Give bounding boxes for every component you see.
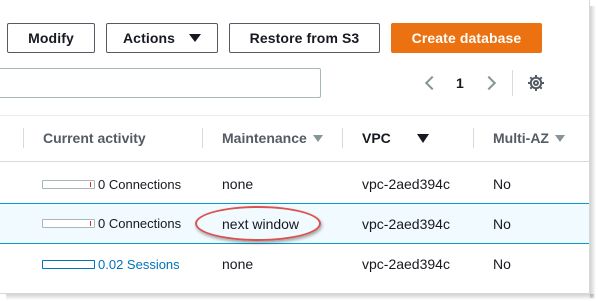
activity-bar — [42, 259, 95, 269]
activity-value: 0 Connections — [98, 216, 182, 231]
maintenance-cell: none — [222, 176, 254, 192]
sort-caret-icon — [554, 134, 565, 142]
column-header-label: Maintenance — [222, 130, 307, 146]
modify-button-label: Modify — [28, 30, 74, 46]
filter-databases-input[interactable] — [0, 68, 321, 98]
column-header-multi-az[interactable]: Multi-AZ — [493, 128, 565, 148]
multi-az-cell: No — [493, 215, 511, 232]
current-activity-cell: 0 Connections — [42, 204, 181, 243]
multi-az-cell: No — [493, 176, 511, 192]
next-page-button[interactable] — [481, 70, 497, 96]
frame-shadow-bottom — [6, 294, 594, 300]
column-divider — [23, 128, 24, 148]
column-divider — [473, 128, 474, 148]
table-row[interactable]: 0.02 Sessions none vpc-2aed394c No — [0, 244, 589, 284]
page-number-1[interactable]: 1 — [456, 70, 464, 96]
column-header-maintenance[interactable]: Maintenance — [222, 128, 323, 148]
table-top-border — [0, 115, 589, 116]
column-divider — [202, 128, 203, 148]
multi-az-cell: No — [493, 256, 511, 272]
caret-down-icon — [189, 34, 202, 42]
restore-from-s3-button[interactable]: Restore from S3 — [229, 23, 380, 53]
current-activity-cell: 0 Connections — [42, 164, 181, 204]
maintenance-cell: none — [222, 256, 254, 272]
column-header-label: Current activity — [43, 130, 146, 146]
actions-button[interactable]: Actions — [106, 23, 218, 53]
create-database-button-label: Create database — [411, 30, 522, 46]
activity-bar — [42, 219, 95, 228]
chevron-right-icon — [481, 75, 497, 91]
rds-databases-panel: Modify Actions Restore from S3 Create da… — [0, 0, 590, 294]
vpc-cell: vpc-2aed394c — [362, 256, 450, 272]
chevron-left-icon — [424, 75, 440, 91]
pager-divider — [512, 70, 513, 96]
current-page-number: 1 — [456, 75, 464, 91]
activity-value: 0 Connections — [98, 176, 182, 192]
column-header-label: VPC — [362, 130, 391, 146]
activity-link[interactable]: 0.02 Sessions — [98, 257, 180, 272]
sort-caret-icon — [416, 133, 429, 143]
previous-page-button[interactable] — [424, 70, 440, 96]
table-settings-button[interactable] — [527, 70, 545, 96]
create-database-button[interactable]: Create database — [391, 23, 542, 53]
gear-icon — [528, 75, 544, 91]
activity-bar — [42, 179, 95, 189]
sort-caret-icon — [312, 134, 323, 142]
column-header-current-activity[interactable]: Current activity — [43, 128, 146, 148]
column-divider — [342, 128, 343, 148]
current-activity-cell: 0.02 Sessions — [42, 244, 180, 284]
modify-button[interactable]: Modify — [7, 23, 95, 53]
table-header-border — [0, 161, 589, 162]
vpc-cell: vpc-2aed394c — [362, 215, 450, 232]
column-header-vpc[interactable]: VPC — [362, 128, 429, 148]
actions-button-label: Actions — [122, 30, 176, 46]
column-header-label: Multi-AZ — [493, 130, 549, 146]
restore-button-label: Restore from S3 — [249, 30, 360, 46]
frame-shadow-right — [590, 6, 596, 298]
annotation-highlight-oval — [195, 206, 321, 241]
table-row[interactable]: 0 Connections none vpc-2aed394c No — [0, 164, 589, 204]
vpc-cell: vpc-2aed394c — [362, 176, 450, 192]
